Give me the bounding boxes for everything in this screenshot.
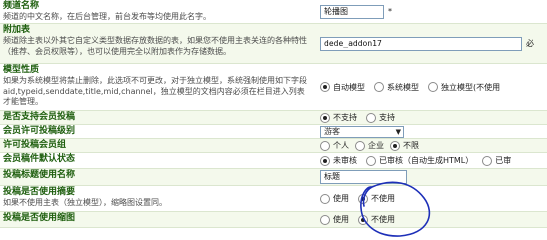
field-description: 如果不使用主表（独立模型），缩略图设置同。 — [3, 198, 167, 207]
field-title: 是否支持会员投稿 — [3, 112, 76, 122]
radio-button[interactable] — [320, 155, 330, 166]
radio-button[interactable] — [320, 82, 330, 92]
option-label: 使用 — [333, 194, 349, 203]
option-label: 已审核（自动生成HTML） — [379, 156, 474, 165]
channel-settings-form: 频道名称 频道的中文名称，在后台管理，前台发布等均使用此名字。 轮播图 * 附加… — [0, 0, 547, 238]
value-cell: dede_addon17 必 — [320, 24, 547, 63]
option-use[interactable]: 使用 — [320, 214, 349, 225]
option-not-supported[interactable]: 不支持 — [320, 112, 357, 123]
row-use-summary: 投稿是否使用摘要 如果不使用主表（独立模型），缩略图设置同。 使用 不使用 — [0, 186, 547, 212]
option-label: 独立模型(不使用 — [441, 82, 501, 92]
option-label: 自动模型 — [333, 82, 365, 92]
radio-button[interactable] — [320, 112, 330, 123]
value-cell: 游客 ▼ — [320, 125, 547, 138]
radio-button[interactable] — [428, 82, 438, 92]
radio-button[interactable] — [320, 214, 330, 225]
field-title: 投稿是否使用摘要 — [3, 187, 76, 197]
option-system-model[interactable]: 系统模型 — [374, 82, 419, 93]
label-block: 是否支持会员投稿 — [3, 112, 308, 123]
chevron-down-icon: ▼ — [395, 127, 401, 136]
radio-button[interactable] — [358, 214, 368, 225]
field-title: 会员稿件默认状态 — [3, 154, 76, 164]
member-level-select[interactable]: 游客 ▼ — [320, 125, 404, 138]
option-approved-html[interactable]: 已审核（自动生成HTML） — [366, 155, 473, 166]
value-cell: 轮播图 * — [320, 0, 547, 23]
option-label: 支持 — [379, 113, 395, 122]
value-cell: 使用 不使用 — [320, 186, 547, 211]
label-block: 频道名称 频道的中文名称，在后台管理，前台发布等均使用此名字。 — [3, 1, 308, 23]
row-use-thumbnail: 投稿是否使用缩图 使用 不使用 — [0, 212, 547, 228]
field-description: 频道的中文名称，在后台管理，前台发布等均使用此名字。 — [3, 12, 211, 21]
option-standalone-model[interactable]: 独立模型(不使用 — [428, 82, 500, 93]
radio-button[interactable] — [374, 82, 384, 92]
selected-value: 游客 — [324, 127, 340, 136]
value-cell: 标题 — [320, 169, 547, 185]
radio-button[interactable] — [366, 155, 376, 166]
row-addon-table: 附加表 频道除主表以外其它自定义类型数据存放数据的表，如果您不使用主表关连的各种… — [0, 24, 547, 64]
option-supported[interactable]: 支持 — [366, 112, 395, 123]
radio-button[interactable] — [366, 112, 376, 123]
row-member-level: 会员许可投稿级别 游客 ▼ — [0, 125, 547, 139]
row-model-type: 模型性质 如果为系统模型将禁止删除，此选项不可更改，对于独立模型，系统强制使用如… — [0, 64, 547, 111]
label-block: 会员许可投稿级别 — [3, 126, 308, 137]
value-cell: 未审核 已审核（自动生成HTML） 已审 — [320, 153, 547, 168]
radio-button[interactable] — [358, 193, 368, 204]
option-label: 不使用 — [371, 215, 395, 224]
row-member-group: 许可投稿会员组 个人 企业 不限 — [0, 139, 547, 153]
value-cell: 使用 不使用 — [320, 212, 547, 227]
required-note: 必 — [526, 39, 534, 48]
radio-button[interactable] — [320, 193, 330, 204]
label-block: 附加表 频道除主表以外其它自定义类型数据存放数据的表，如果您不使用主表关连的各种… — [3, 25, 308, 57]
radio-button[interactable] — [390, 140, 400, 151]
required-mark: * — [388, 7, 392, 16]
value-cell: 个人 企业 不限 — [320, 139, 547, 152]
field-title: 会员许可投稿级别 — [3, 126, 76, 136]
addon-table-input[interactable]: dede_addon17 — [320, 36, 522, 51]
option-label: 不限 — [403, 141, 419, 150]
option-not-use[interactable]: 不使用 — [358, 193, 395, 204]
label-block: 模型性质 如果为系统模型将禁止删除，此选项不可更改，对于独立模型，系统强制使用如… — [3, 65, 308, 108]
radio-button[interactable] — [320, 140, 330, 151]
option-label: 不使用 — [371, 194, 395, 203]
field-title: 许可投稿会员组 — [3, 140, 67, 150]
row-member-submit: 是否支持会员投稿 不支持 支持 — [0, 111, 547, 125]
field-title: 投稿标题使用名称 — [3, 170, 76, 180]
label-block: 投稿是否使用摘要 如果不使用主表（独立模型），缩略图设置同。 — [3, 187, 308, 209]
field-title: 频道名称 — [3, 1, 40, 11]
value-cell: 不支持 支持 — [320, 111, 547, 124]
label-block: 投稿是否使用缩图 — [3, 213, 308, 224]
channel-name-input[interactable]: 轮播图 — [320, 4, 384, 19]
option-label: 个人 — [333, 141, 349, 150]
option-not-use[interactable]: 不使用 — [358, 214, 395, 225]
option-label: 系统模型 — [387, 82, 419, 92]
row-channel-name: 频道名称 频道的中文名称，在后台管理，前台发布等均使用此名字。 轮播图 * — [0, 0, 547, 24]
option-label: 不支持 — [333, 113, 357, 122]
radio-button[interactable] — [482, 155, 493, 166]
field-title: 模型性质 — [3, 65, 40, 75]
field-title: 附加表 — [3, 25, 31, 35]
value-cell: 自动模型 系统模型 独立模型(不使用 — [320, 64, 547, 110]
option-pending[interactable]: 未审核 — [320, 155, 357, 166]
field-description: 频道除主表以外其它自定义类型数据存放数据的表，如果您不使用主表关连的各种特性（推… — [3, 36, 307, 56]
option-auto-model[interactable]: 自动模型 — [320, 82, 365, 93]
option-enterprise[interactable]: 企业 — [355, 140, 384, 151]
option-label: 使用 — [333, 215, 349, 224]
label-block: 会员稿件默认状态 — [3, 154, 308, 165]
field-description: 如果为系统模型将禁止删除，此选项不可更改，对于独立模型，系统强制使用如下字段ai… — [3, 76, 307, 106]
option-use[interactable]: 使用 — [320, 193, 349, 204]
option-approved[interactable]: 已审 — [482, 155, 511, 166]
option-label: 未审核 — [333, 156, 357, 165]
option-label: 已审 — [495, 156, 512, 165]
row-default-status: 会员稿件默认状态 未审核 已审核（自动生成HTML） 已审 — [0, 153, 547, 169]
field-title: 投稿是否使用缩图 — [3, 213, 76, 223]
option-label: 企业 — [368, 141, 384, 150]
radio-button[interactable] — [355, 140, 365, 151]
label-block: 投稿标题使用名称 — [3, 170, 308, 181]
option-unlimited[interactable]: 不限 — [390, 140, 419, 151]
row-title-name: 投稿标题使用名称 标题 — [0, 169, 547, 186]
option-personal[interactable]: 个人 — [320, 140, 349, 151]
title-name-input[interactable]: 标题 — [320, 170, 407, 184]
label-block: 许可投稿会员组 — [3, 140, 308, 151]
